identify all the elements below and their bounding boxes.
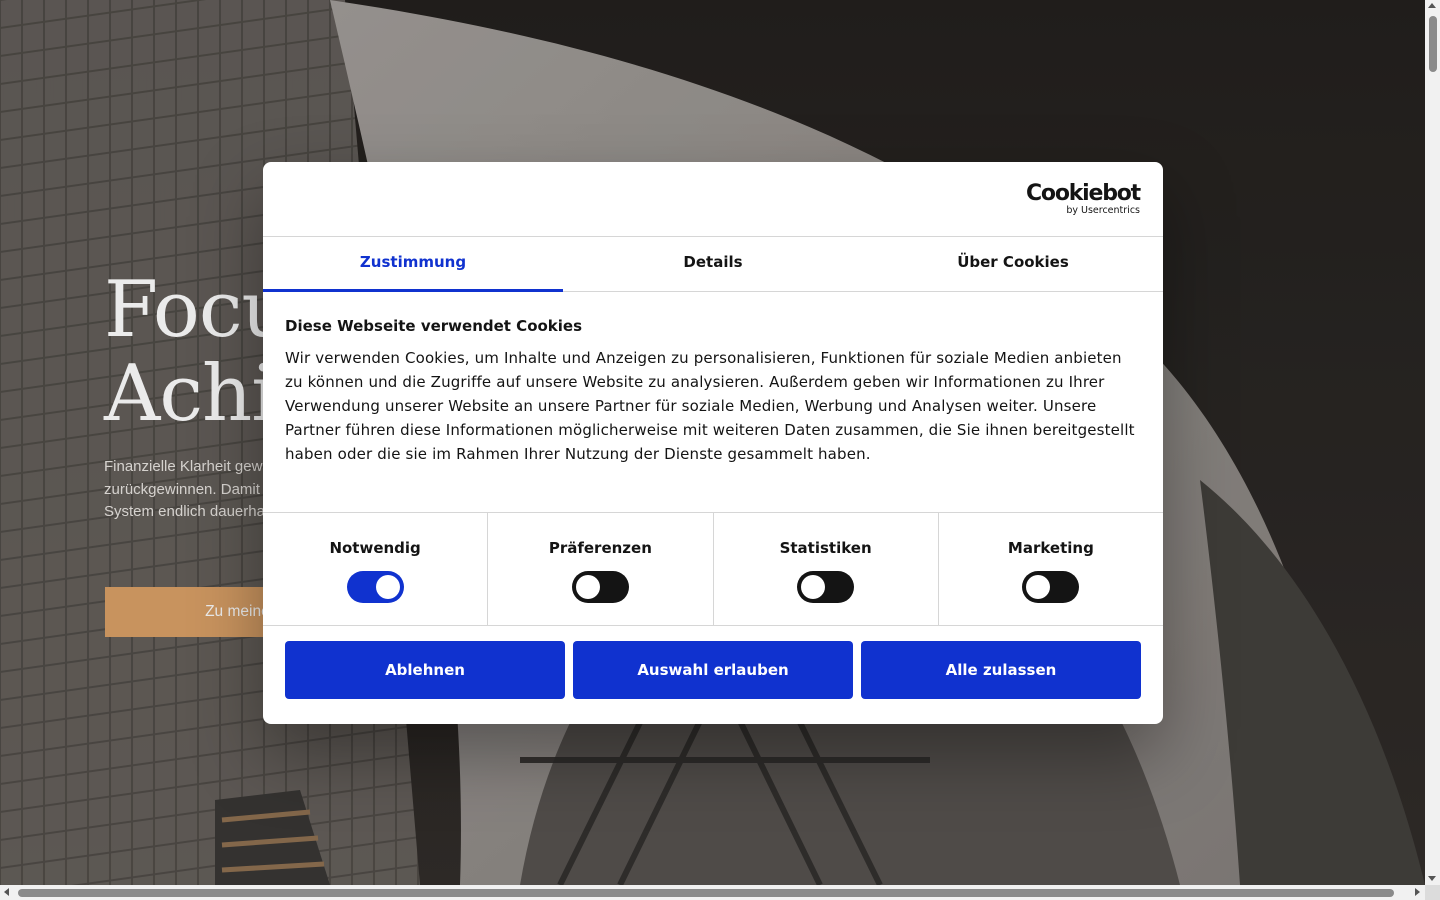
dialog-header: Cookiebot by Usercentrics: [263, 162, 1163, 237]
scroll-down-arrow-icon[interactable]: [1428, 876, 1436, 881]
toggle-switch-statistiken[interactable]: [797, 571, 855, 603]
consent-tabs: Zustimmung Details Über Cookies: [263, 237, 1163, 292]
allow-all-button[interactable]: Alle zulassen: [861, 641, 1141, 699]
cookie-category-toggles: Notwendig Präferenzen Statistiken Market…: [263, 513, 1163, 626]
tab-ueber-cookies[interactable]: Über Cookies: [863, 237, 1163, 291]
toggle-switch-marketing[interactable]: [1022, 571, 1080, 603]
scroll-left-arrow-icon[interactable]: [4, 888, 9, 896]
toggle-label-praeferenzen: Präferenzen: [548, 539, 652, 557]
logo-wordmark: Cookiebot: [1025, 181, 1141, 206]
allow-selection-button[interactable]: Auswahl erlauben: [573, 641, 853, 699]
toggle-label-marketing: Marketing: [1007, 539, 1094, 557]
decline-button[interactable]: Ablehnen: [285, 641, 565, 699]
toggle-group-praeferenzen: Präferenzen: [488, 513, 714, 625]
vertical-scroll-thumb[interactable]: [1429, 16, 1437, 72]
toggle-label-statistiken: Statistiken: [779, 539, 872, 557]
tab-details[interactable]: Details: [563, 237, 863, 291]
toggle-switch-notwendig[interactable]: [346, 571, 404, 603]
consent-title: Diese Webseite verwendet Cookies: [285, 317, 583, 335]
horizontal-scrollbar[interactable]: [0, 885, 1425, 900]
toggle-knob: [375, 575, 400, 599]
toggle-group-notwendig: Notwendig: [263, 513, 489, 625]
toggle-group-marketing: Marketing: [939, 513, 1163, 625]
consent-description: Wir verwenden Cookies, um Inhalte und An…: [285, 349, 1135, 463]
scroll-up-arrow-icon[interactable]: [1428, 3, 1436, 8]
logo-tagline: by Usercentrics: [1066, 205, 1140, 216]
consent-actions: Ablehnen Auswahl erlauben Alle zulassen: [263, 626, 1163, 699]
toggle-knob: [1026, 575, 1051, 599]
cookiebot-logo[interactable]: Cookiebot by Usercentrics: [1025, 181, 1141, 217]
toggle-knob: [801, 575, 826, 599]
toggle-label-notwendig: Notwendig: [329, 539, 421, 557]
tab-zustimmung[interactable]: Zustimmung: [263, 237, 563, 292]
vertical-scrollbar[interactable]: [1425, 0, 1440, 885]
scrollbar-corner: [1425, 885, 1440, 900]
toggle-switch-praeferenzen[interactable]: [571, 571, 629, 603]
consent-body: Diese Webseite verwendet Cookies Wir ver…: [263, 292, 1163, 513]
toggle-group-statistiken: Statistiken: [714, 513, 939, 625]
scroll-right-arrow-icon[interactable]: [1415, 888, 1420, 896]
cookie-consent-dialog: Cookiebot by Usercentrics Zustimmung Det…: [263, 162, 1163, 724]
horizontal-scroll-thumb[interactable]: [18, 889, 1394, 897]
toggle-knob: [575, 575, 600, 599]
